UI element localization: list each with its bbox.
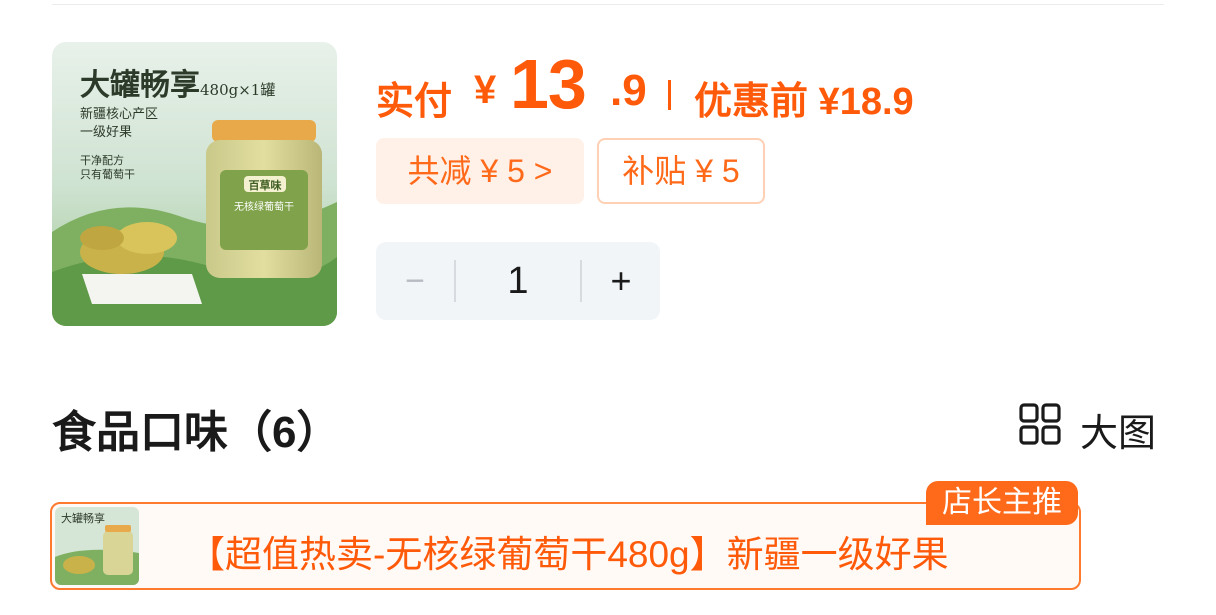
image-headline: 大罐畅享480g×1罐 (80, 60, 275, 104)
variant-thumbnail: 大罐畅享 (55, 507, 139, 585)
image-process-line1: 干净配方 (80, 154, 124, 167)
image-spec-text: 480g×1罐 (200, 81, 276, 99)
recommended-badge: 店长主推 (926, 481, 1078, 525)
image-process: 干净配方 只有葡萄干 (80, 154, 135, 182)
total-discount-chip[interactable]: 共减 ¥ 5 > (376, 138, 584, 204)
price-separator (668, 80, 671, 110)
quantity-stepper: − 1 + (376, 242, 660, 320)
jar-brand: 百草味 (248, 180, 282, 192)
variant-thumb-caption: 大罐畅享 (61, 512, 105, 525)
grid-view-icon (1019, 403, 1061, 445)
image-origin: 新疆核心产区 一级好果 (80, 106, 158, 142)
large-view-label: 大图 (1080, 413, 1157, 455)
actual-price-label: 实付 (376, 81, 453, 123)
large-view-toggle[interactable]: 大图 (1018, 400, 1168, 455)
flavor-section-title: 食品口味（6） (52, 408, 341, 457)
increment-button[interactable]: + (582, 242, 660, 320)
actual-price-currency: ¥ (474, 68, 497, 112)
jar-product: 无核绿葡萄干 (234, 202, 294, 213)
image-origin-line1: 新疆核心产区 (80, 107, 159, 122)
image-origin-line2: 一级好果 (80, 125, 133, 140)
product-image[interactable]: 大罐畅享480g×1罐 新疆核心产区 一级好果 干净配方 只有葡萄干 百草味 无… (52, 42, 337, 326)
price-row: 实付 ¥ 13 .9 优惠前 ¥18.9 (376, 40, 1116, 124)
image-process-line2: 只有葡萄干 (80, 168, 135, 181)
price-before-discount: 优惠前 ¥18.9 (694, 81, 914, 123)
top-divider (52, 4, 1164, 5)
image-headline-text: 大罐畅享 (80, 68, 200, 103)
variant-name: 【超值热卖-无核绿葡萄干480g】新疆一级好果 (188, 534, 949, 575)
actual-price-decimal: .9 (610, 66, 647, 115)
quantity-value[interactable]: 1 (456, 242, 580, 320)
subsidy-chip: 补贴 ¥ 5 (597, 138, 765, 204)
decrement-button[interactable]: − (376, 242, 454, 320)
actual-price-integer: 13 (510, 45, 587, 123)
